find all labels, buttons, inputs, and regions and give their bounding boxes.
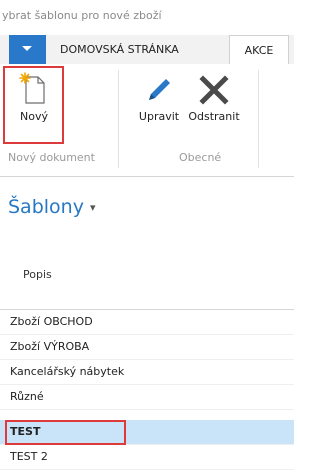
list-cell: Různé [10, 390, 44, 403]
list-row[interactable]: Různé [0, 385, 294, 410]
page-title-text: Šablony [8, 196, 84, 218]
list-row[interactable]: Kancelářský nábytek [0, 360, 294, 385]
page-title[interactable]: Šablony ▾ [8, 196, 96, 218]
application-menu-button[interactable] [9, 35, 46, 64]
pencil-icon [139, 70, 179, 110]
window-title: ybrat šablonu pro nové zboží [2, 9, 162, 22]
group-label-general: Obecné [179, 151, 222, 164]
edit-button-label: Upravit [138, 110, 180, 123]
column-header-description[interactable]: Popis [23, 268, 52, 281]
chevron-down-icon: ▾ [89, 201, 96, 214]
window-titlebar: ybrat šablonu pro nové zboží [0, 0, 294, 35]
dropdown-arrow-icon [22, 46, 32, 51]
ribbon-group-separator [118, 70, 119, 168]
tab-home[interactable]: DOMOVSKÁ STRÁNKA [60, 35, 179, 64]
list-cell: TEST 2 [10, 450, 48, 463]
list-cell: Kancelářský nábytek [10, 365, 125, 378]
list-row[interactable]: Zboží VÝROBA [0, 335, 294, 360]
tab-actions[interactable]: AKCE [229, 35, 289, 64]
list-row[interactable]: Zboží OBCHOD [0, 310, 294, 335]
delete-button-label: Odstranit [188, 110, 240, 123]
list-cell: Zboží OBCHOD [10, 315, 93, 328]
delete-x-icon [194, 70, 234, 110]
new-button-highlight [3, 66, 64, 144]
delete-button[interactable]: Odstranit [182, 70, 246, 123]
selected-row-highlight [5, 420, 126, 445]
group-label-new-document: Nový dokument [8, 151, 95, 164]
ribbon-group-separator [258, 70, 259, 168]
list-cell: Zboží VÝROBA [10, 340, 90, 353]
edit-button[interactable]: Upravit [134, 70, 184, 123]
